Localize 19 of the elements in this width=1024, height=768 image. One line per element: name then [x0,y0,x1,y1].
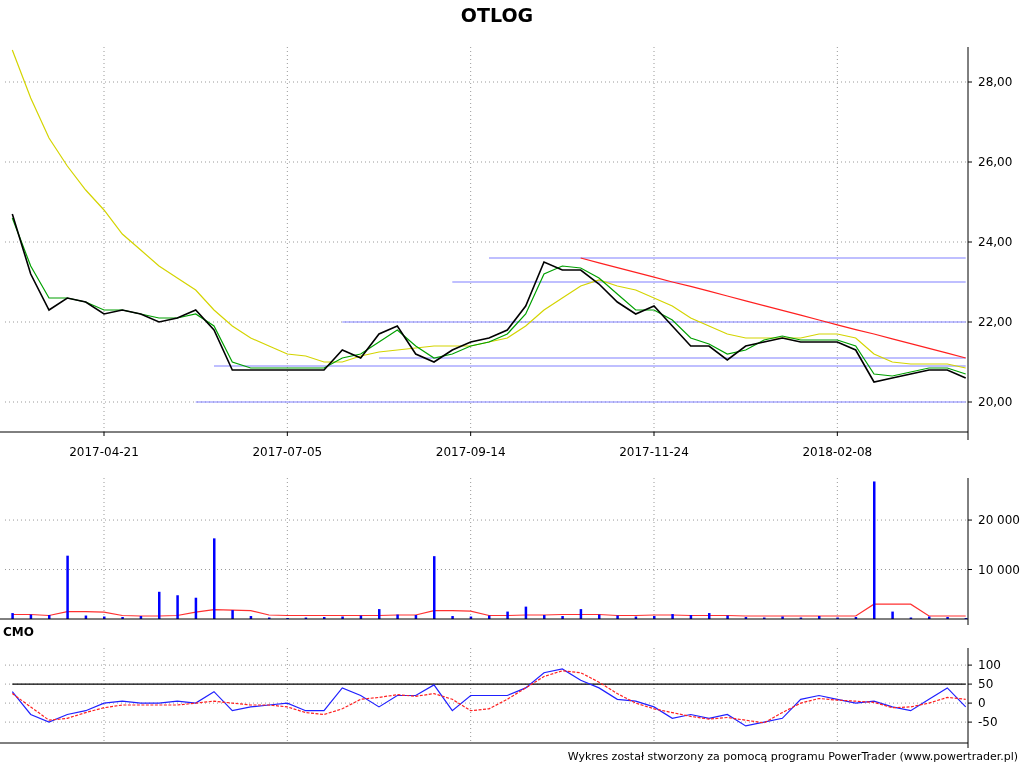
axis-label: -50 [978,715,998,730]
axis-label: 2017-07-05 [252,445,323,459]
axis-label: 28,00 [978,75,1013,89]
axis-label: 100 [978,658,1001,673]
axis-label: 22,00 [978,315,1013,329]
indicator-label: CMO [3,625,34,639]
axis-label: 50 [978,677,994,692]
footer-credit: Wykres został stworzony za pomocą programu PowerTrader (www.powertrader.pl) [567,750,1018,763]
axis-label: 2018-02-08 [802,445,873,459]
axis-label: 2017-11-24 [619,445,689,459]
axis-label: 2017-09-14 [435,445,506,459]
axis-label: 10 000 [978,562,1020,577]
axis-label: 24,00 [978,235,1013,249]
axis-label: 26,00 [978,155,1013,169]
axis-label: 0 [978,696,986,711]
axis-label: 20,00 [978,395,1013,409]
axis-label: 20 000 [978,513,1020,528]
axis-label: 2017-04-21 [69,445,139,459]
chart-title: OTLOG [460,4,534,26]
